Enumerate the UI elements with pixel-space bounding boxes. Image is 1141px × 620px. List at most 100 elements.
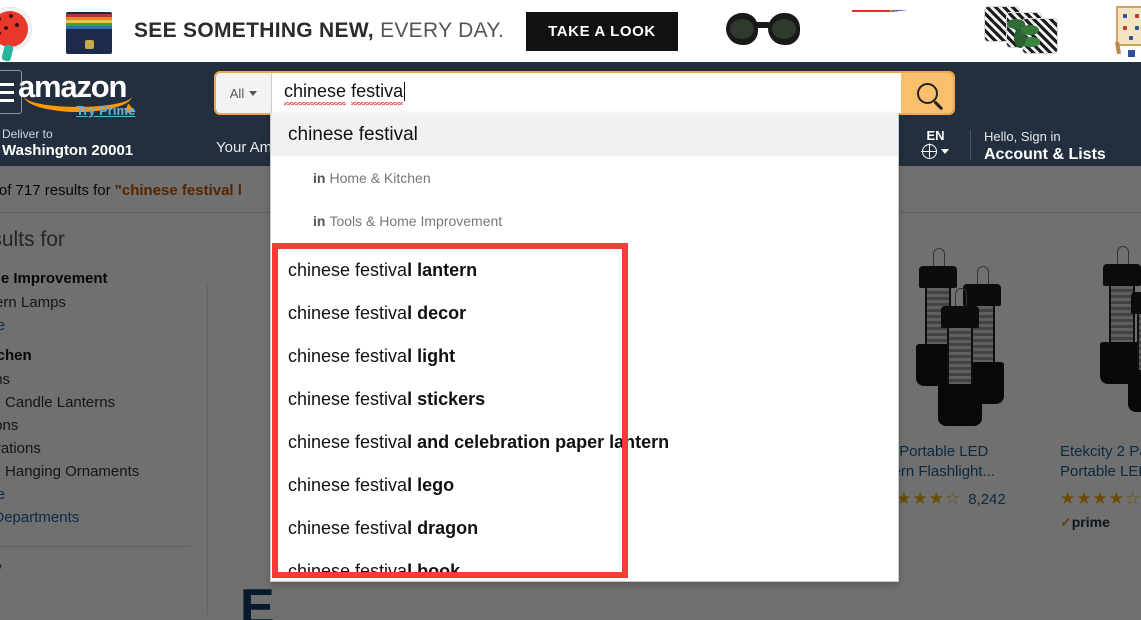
text-caret (404, 82, 406, 101)
suggestion-list: chinese festiva l lantern chinese festiva… (271, 242, 898, 593)
suggestion-item-and-celebration-paper-lantern[interactable]: chinese festiva l and celebration paper l… (271, 421, 898, 464)
deliver-to-label: Deliver to (2, 127, 53, 141)
sidebar-group-title-1: ne & Kitchen (0, 347, 32, 364)
results-query: "chinese festival l (114, 182, 242, 199)
account-lists-label: Account & Lists (984, 145, 1106, 163)
suggestion-item-stickers[interactable]: chinese festiva l stickers (271, 378, 898, 421)
product-title[interactable]: Etekcity 2 Pack Portable LED C (1060, 442, 1141, 482)
rainbow-icon[interactable] (851, 10, 932, 52)
led-lantern-icon (937, 288, 983, 426)
chevron-down-icon (941, 149, 949, 154)
product-card: ck Portable LED ntern Flashlight... ★★★★… (880, 236, 1090, 509)
product-title-line-2: ntern Flashlight... (880, 463, 996, 480)
sunglasses-icon[interactable] (725, 11, 800, 51)
scope-label: Tools & Home Improvement (329, 212, 503, 229)
suggestion-bold: l dragon (407, 518, 479, 538)
suggestion-bold: l lantern (407, 260, 478, 280)
account-and-lists-menu[interactable]: Hello, Sign in Account & Lists (984, 129, 1112, 164)
suggestion-base: chinese festiva (288, 432, 408, 452)
product-title-line-2: Portable LED C (1060, 463, 1141, 480)
product-rating[interactable]: ★★★★☆ 8,242 (880, 489, 1090, 509)
search-suggestions-dropdown: chinese festival in Home & Kitchen in Tool… (270, 113, 899, 582)
search-icon (916, 82, 938, 104)
product-title-line-1: Etekcity 2 Pack (1060, 443, 1141, 460)
search-category-dropdown[interactable]: All (216, 73, 272, 113)
connect-four-game-icon[interactable] (1110, 6, 1141, 57)
led-lantern-icon (1127, 292, 1141, 412)
deliver-to-location: Washington 20001 (2, 141, 134, 159)
prime-label: prime (1071, 514, 1110, 530)
suggestion-item-dragon[interactable]: chinese festiva l dragon (271, 507, 898, 550)
promo-headline: SEE SOMETHING NEW, EVERY DAY. (134, 19, 504, 43)
suggestion-bold: l lego (407, 475, 455, 495)
suggestion-bold: l book (407, 561, 461, 581)
product-title[interactable]: ck Portable LED ntern Flashlight... (880, 442, 1090, 482)
suggestion-bold: l light (407, 346, 456, 366)
try-prime-link[interactable]: Try Prime (76, 103, 135, 118)
sidebar-item-party-balloons[interactable]: rty Balloons (0, 414, 210, 437)
scope-prefix: in (313, 169, 326, 186)
sidebar-group-title-0: s & Home Improvement (0, 270, 108, 287)
product-rating[interactable]: ★★★★☆ (1060, 489, 1141, 509)
search-category-label: All (229, 85, 245, 101)
product-image[interactable] (905, 236, 1065, 436)
results-count-prefix: 16 of 717 results for (0, 182, 111, 199)
review-count[interactable]: 8,242 (968, 491, 1006, 508)
refine-by-heading: fine by (0, 558, 2, 582)
search-word-2: festiva (351, 81, 404, 105)
prime-badge: ✓prime (1060, 514, 1141, 531)
suggestion-bold: l stickers (407, 389, 486, 409)
sidebar-all-departments-link[interactable]: e All 20 Departments (0, 506, 210, 529)
take-a-look-button[interactable]: TAKE A LOOK (526, 11, 678, 51)
results-count-line: 16 of 717 results for "chinese festival … (0, 182, 242, 199)
suggestion-base: chinese festiva (288, 303, 408, 323)
suggestion-base: chinese festiva (288, 346, 408, 366)
suggestion-base: chinese festiva (288, 260, 408, 280)
search-submit-button[interactable] (901, 73, 953, 113)
suggestion-scope-tools-home-improvement[interactable]: in Tools & Home Improvement (271, 199, 898, 242)
suggestion-bold: l and celebration paper lantern (407, 432, 670, 452)
scope-label: Home & Kitchen (329, 169, 431, 186)
search-input-value: chinese festiva (284, 81, 406, 105)
sidebar-item-party-decorations[interactable]: rty Decorations (0, 437, 210, 460)
sidebar-item-decorative-hanging-ornaments[interactable]: ecorative Hanging Ornaments (0, 460, 210, 483)
pillows-icon[interactable] (983, 6, 1058, 56)
product-title-line-1: ck Portable LED (880, 443, 989, 460)
suggestion-item-decor[interactable]: chinese festiva l decor (271, 292, 898, 335)
search-input[interactable]: chinese festiva (272, 73, 901, 113)
suggestion-scope-home-kitchen[interactable]: in Home & Kitchen (271, 156, 898, 199)
sidebar-heading: ow results for (0, 228, 65, 251)
column-divider (207, 284, 208, 614)
suggestion-item-lantern[interactable]: chinese festiva l lantern (271, 249, 898, 292)
chevron-down-icon (249, 90, 258, 96)
promo-banner: SEE SOMETHING NEW, EVERY DAY. TAKE A LOO… (0, 0, 1141, 62)
sidebar-item-decorative-candle-lanterns[interactable]: ecorative Candle Lanterns (0, 391, 210, 414)
product-image[interactable] (1085, 236, 1141, 436)
language-code: EN (926, 128, 945, 143)
scope-prefix: in (313, 212, 326, 229)
suggestion-item-lego[interactable]: chinese festiva l lego (271, 464, 898, 507)
promo-headline-light: EVERY DAY. (373, 19, 505, 42)
greeting-text: Hello, Sign in (984, 129, 1061, 144)
globe-icon (921, 143, 937, 159)
search-bar: All chinese festiva (216, 73, 953, 113)
amazon-logo[interactable]: amazon Try Prime (18, 71, 158, 118)
sidebar-item-candy-lanterns[interactable]: y Lanterns (0, 368, 210, 391)
brand-logo-text: E (240, 579, 275, 620)
paddle-icon (0, 5, 48, 62)
striped-bag-icon (66, 6, 112, 56)
suggestion-item-light[interactable]: chinese festiva l light (271, 335, 898, 378)
amazon-search-page: SEE SOMETHING NEW, EVERY DAY. TAKE A LOO… (0, 0, 1141, 620)
your-amazon-link[interactable]: Your Am (216, 139, 272, 156)
search-word-1: chinese (284, 81, 347, 105)
sidebar-see-more-1[interactable]: See more (0, 483, 210, 506)
suggestion-base: chinese festiva (288, 561, 408, 581)
deliver-to-selector[interactable]: Deliver to Washington 20001 (2, 127, 134, 159)
suggestion-header[interactable]: chinese festival (271, 113, 898, 156)
promo-headline-bold: SEE SOMETHING NEW, (134, 19, 374, 42)
sidebar-item-paper-lantern-lamps[interactable]: per Lantern Lamps (0, 291, 210, 314)
sidebar-see-more-0[interactable]: See more (0, 314, 210, 337)
suggestion-item-book[interactable]: chinese festiva l book (271, 550, 898, 593)
suggestion-bold: l decor (407, 303, 467, 323)
language-selector[interactable]: EN (921, 128, 949, 159)
